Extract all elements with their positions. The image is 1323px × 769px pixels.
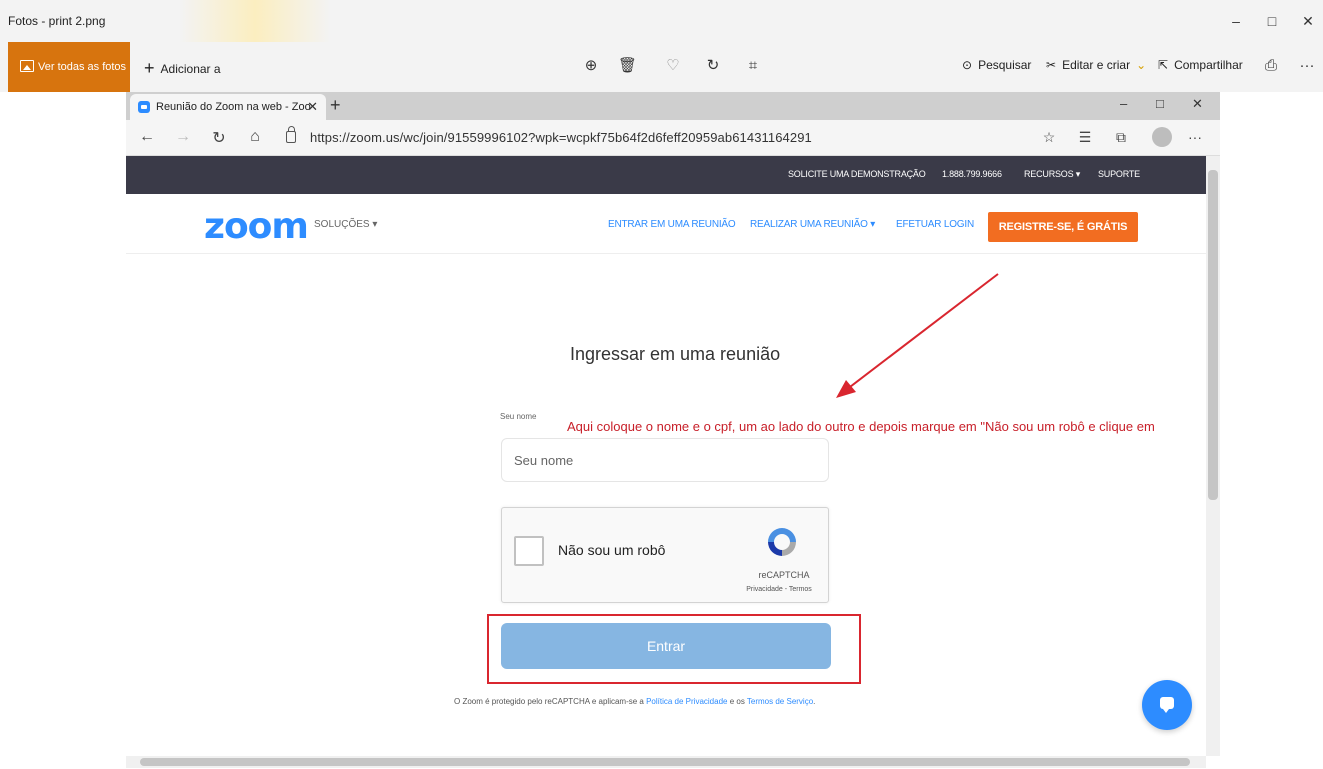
zoom-in-icon[interactable]: ⊕	[582, 57, 600, 75]
add-to-label: Adicionar a	[160, 61, 221, 76]
minimize-icon[interactable]: –	[1226, 12, 1246, 30]
new-tab-icon[interactable]: +	[330, 95, 341, 116]
titlebar-glow	[180, 0, 330, 42]
collections-icon[interactable]: ⧉	[1112, 129, 1130, 146]
crop-icon[interactable]: ⌗	[744, 57, 762, 75]
annotation-arrow	[836, 273, 999, 398]
terms-of-service-link[interactable]: Termos de Serviço	[747, 697, 813, 706]
horizontal-scrollbar[interactable]	[126, 756, 1206, 768]
chevron-down-icon: ⌄	[1136, 58, 1147, 72]
see-all-photos-label: Ver todas as fotos	[38, 61, 127, 73]
photos-titlebar: Fotos - print 2.png – □ ✕	[0, 0, 1323, 42]
horizontal-scroll-thumb[interactable]	[140, 758, 1190, 766]
search-icon: ⊙	[962, 58, 973, 72]
search-label: Pesquisar	[978, 58, 1032, 72]
forward-icon[interactable]: →	[174, 128, 192, 146]
see-all-photos-button[interactable]: Ver todas as fotos	[8, 42, 130, 92]
image-icon	[20, 60, 34, 72]
url-field[interactable]: https://zoom.us/wc/join/91559996102?wpk=…	[310, 130, 812, 145]
favorite-star-icon[interactable]: ☆	[1040, 129, 1058, 146]
browser-more-icon[interactable]: ···	[1186, 129, 1204, 145]
name-input[interactable]	[501, 438, 829, 482]
footer-middle: e os	[727, 697, 747, 706]
name-field-label: Seu nome	[500, 412, 537, 421]
support-link[interactable]: SUPORTE	[1098, 169, 1140, 179]
tab-title: Reunião do Zoom na web - Zoo	[156, 101, 311, 113]
edit-create-label: Editar e criar	[1062, 58, 1131, 72]
footer-prefix: O Zoom é protegido pelo reCAPTCHA e apli…	[454, 697, 647, 706]
chat-bubble-icon	[1160, 697, 1174, 713]
tab-close-icon[interactable]: ✕	[307, 99, 318, 115]
close-icon[interactable]: ✕	[1298, 12, 1318, 30]
join-meeting-link[interactable]: ENTRAR EM UMA REUNIÃO	[608, 219, 736, 230]
join-button[interactable]: Entrar	[501, 623, 831, 669]
phone-link[interactable]: 1.888.799.9666	[942, 169, 1002, 179]
resources-menu[interactable]: RECURSOS ▾	[1024, 169, 1080, 180]
recaptcha-checkbox[interactable]	[514, 536, 544, 566]
print-icon[interactable]: ⎙	[1262, 57, 1280, 75]
zoom-favicon-icon	[138, 101, 150, 113]
zoom-logo[interactable]: zoom	[204, 206, 309, 247]
recaptcha-logo-icon	[768, 528, 796, 556]
footer-suffix: .	[813, 697, 816, 706]
host-meeting-menu[interactable]: REALIZAR UMA REUNIÃO ▾	[750, 219, 875, 230]
lock-icon	[286, 126, 296, 143]
zoom-top-nav: SOLICITE UMA DEMONSTRAÇÃO 1.888.799.9666…	[126, 156, 1206, 194]
chat-button[interactable]	[1142, 680, 1192, 730]
refresh-icon[interactable]: ↻	[210, 128, 228, 148]
back-icon[interactable]: ←	[138, 128, 156, 146]
home-icon[interactable]: ⌂	[246, 128, 264, 146]
browser-window: Reunião do Zoom na web - Zoo ✕ + – □ ✕ ←…	[126, 92, 1220, 769]
zoom-page: SOLICITE UMA DEMONSTRAÇÃO 1.888.799.9666…	[126, 156, 1206, 756]
annotation-text: Aqui coloque o nome e o cpf, um ao lado …	[567, 419, 1155, 434]
address-bar: ← → ↻ ⌂ https://zoom.us/wc/join/91559996…	[126, 120, 1220, 156]
maximize-icon[interactable]: □	[1262, 12, 1282, 30]
plus-icon: +	[144, 58, 155, 78]
favorites-list-icon[interactable]: ☰	[1076, 129, 1094, 146]
privacy-policy-link[interactable]: Política de Privacidade	[646, 697, 727, 706]
favorite-icon[interactable]: ♡	[664, 57, 682, 75]
recaptcha-brand: reCAPTCHA	[758, 570, 810, 580]
browser-minimize-icon[interactable]: –	[1120, 96, 1127, 111]
recaptcha-widget: Não sou um robô reCAPTCHA Privacidade - …	[501, 507, 829, 603]
share-icon: ⇱	[1158, 58, 1169, 72]
recaptcha-footer-note: O Zoom é protegido pelo reCAPTCHA e apli…	[454, 697, 815, 706]
recaptcha-label: Não sou um robô	[558, 542, 666, 558]
search-button[interactable]: ⊙ Pesquisar	[962, 58, 1031, 72]
delete-icon[interactable]: 🗑	[618, 57, 637, 75]
login-link[interactable]: EFETUAR LOGIN	[896, 219, 974, 230]
more-options-icon[interactable]: ···	[1298, 57, 1316, 75]
profile-avatar[interactable]	[1152, 127, 1172, 147]
page-title: Ingressar em uma reunião	[570, 344, 781, 364]
browser-tab[interactable]: Reunião do Zoom na web - Zoo ✕	[130, 94, 326, 120]
zoom-main-nav: zoom SOLUÇÕES ▾ ENTRAR EM UMA REUNIÃO RE…	[126, 194, 1206, 254]
browser-maximize-icon[interactable]: □	[1156, 96, 1164, 111]
edit-icon: ✂	[1046, 58, 1057, 72]
rotate-icon[interactable]: ↻	[704, 57, 722, 75]
tab-bar: Reunião do Zoom na web - Zoo ✕ + – □ ✕	[126, 92, 1220, 120]
vertical-scrollbar[interactable]	[1206, 156, 1220, 756]
request-demo-link[interactable]: SOLICITE UMA DEMONSTRAÇÃO	[788, 169, 926, 179]
browser-close-icon[interactable]: ✕	[1192, 96, 1203, 112]
photos-window-title: Fotos - print 2.png	[8, 14, 106, 28]
add-to-button[interactable]: + Adicionar a	[144, 58, 221, 79]
recaptcha-privacy-terms-link[interactable]: Privacidade - Termos	[734, 586, 824, 593]
share-label: Compartilhar	[1174, 58, 1243, 72]
solutions-menu[interactable]: SOLUÇÕES ▾	[314, 219, 377, 230]
share-button[interactable]: ⇱ Compartilhar	[1158, 58, 1243, 72]
photos-toolbar: Ver todas as fotos + Adicionar a ⊕ 🗑 ♡ ↻…	[0, 42, 1323, 92]
vertical-scroll-thumb[interactable]	[1208, 170, 1218, 500]
signup-button[interactable]: REGISTRE-SE, É GRÁTIS	[988, 212, 1138, 242]
edit-create-button[interactable]: ✂ Editar e criar ⌄	[1046, 58, 1146, 72]
